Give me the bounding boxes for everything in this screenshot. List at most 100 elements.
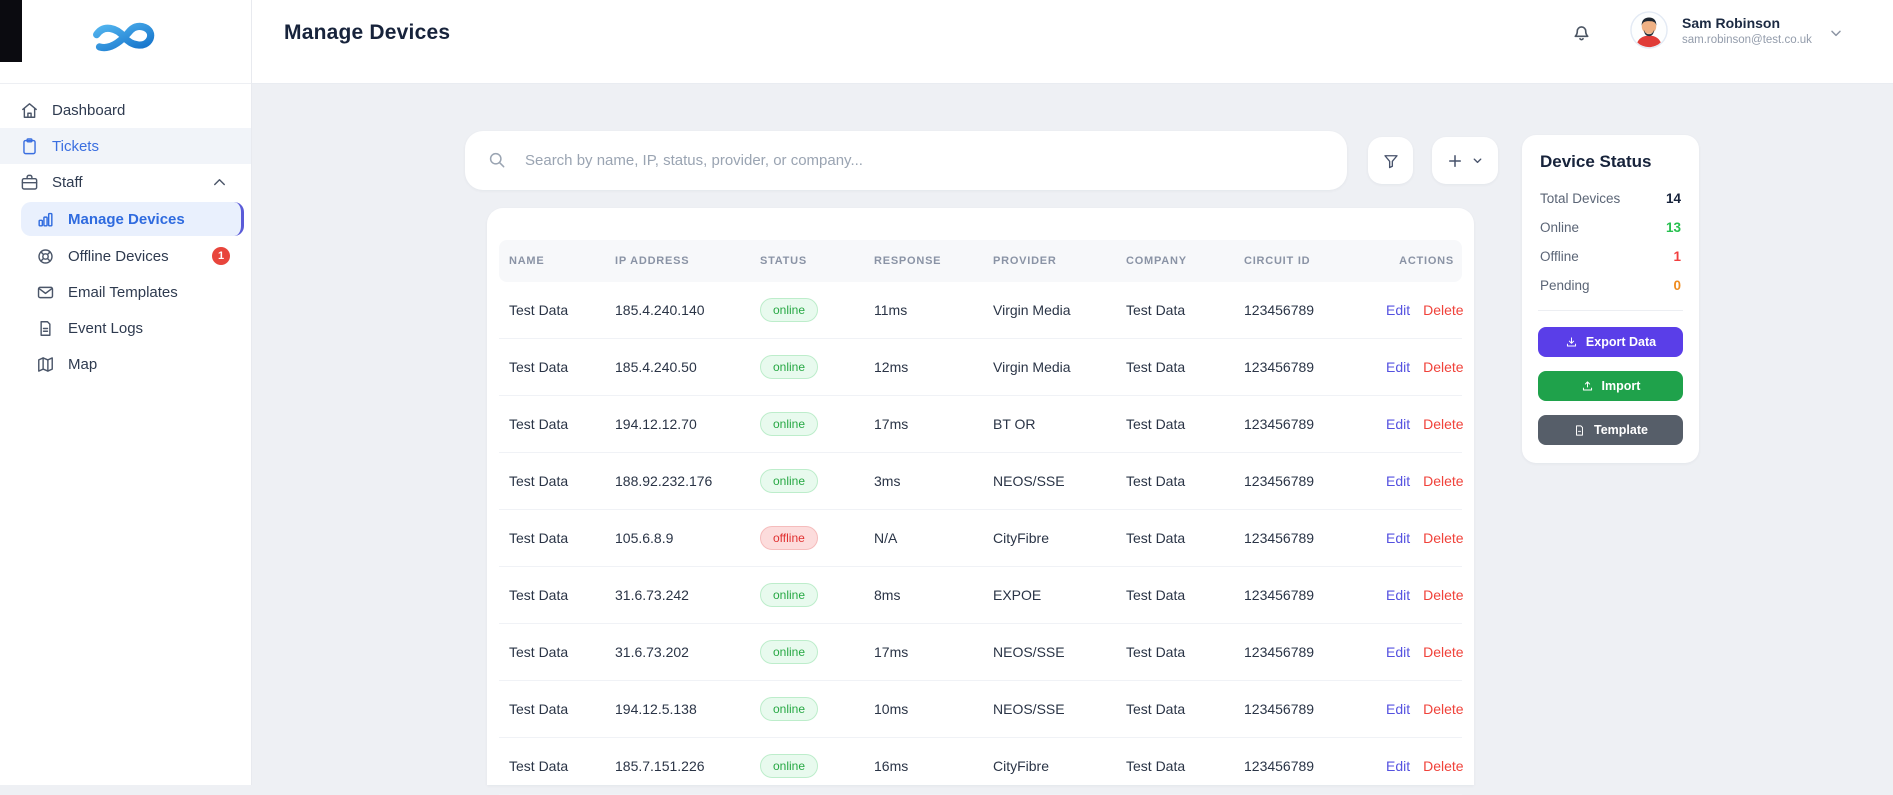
delete-link[interactable]: Delete [1423, 530, 1463, 546]
circuit-id: 123456789 [1244, 359, 1315, 375]
search-bar [465, 131, 1347, 190]
company: Test Data [1126, 359, 1186, 375]
user-avatar[interactable] [1630, 11, 1668, 49]
panel-buttons: Export Data Import Template [1538, 327, 1683, 445]
sidebar-item-tickets[interactable]: Tickets [0, 128, 251, 164]
edit-link[interactable]: Edit [1386, 530, 1410, 546]
stat-label: Offline [1540, 249, 1579, 264]
user-name: Sam Robinson [1682, 15, 1781, 31]
edit-link[interactable]: Edit [1386, 587, 1410, 603]
status-badge: online [760, 754, 819, 778]
edit-link[interactable]: Edit [1386, 644, 1410, 660]
delete-link[interactable]: Delete [1423, 701, 1463, 717]
company: Test Data [1126, 701, 1186, 717]
provider: CityFibre [993, 530, 1050, 546]
sidebar-item-dashboard[interactable]: Dashboard [0, 92, 251, 128]
sidebar-item-offline-devices[interactable]: Offline Devices 1 [0, 238, 251, 274]
actions-cell: Edit Delete [1386, 302, 1472, 318]
response-time: 12ms [874, 359, 909, 375]
add-device-button[interactable] [1432, 137, 1498, 184]
screen-corner-block [0, 0, 22, 62]
status-cell: online [760, 298, 874, 322]
table-row: Test Data 188.92.232.176 online 3ms NEOS/SSE… [499, 453, 1464, 510]
sidebar-item-map[interactable]: Map [0, 346, 251, 382]
edit-link[interactable]: Edit [1386, 302, 1410, 318]
device-name: Test Data [509, 587, 569, 603]
stat-label: Total Devices [1540, 191, 1621, 206]
edit-link[interactable]: Edit [1386, 359, 1410, 375]
stat-label: Pending [1540, 278, 1590, 293]
import-button[interactable]: Import [1538, 371, 1683, 401]
ip-address: 188.92.232.176 [615, 473, 713, 489]
sidebar-item-label: Manage Devices [68, 210, 185, 228]
search-input[interactable] [525, 131, 1325, 190]
company: Test Data [1126, 473, 1186, 489]
stat-value: 0 [1673, 278, 1681, 293]
delete-link[interactable]: Delete [1423, 644, 1463, 660]
delete-link[interactable]: Delete [1423, 473, 1463, 489]
circuit-id: 123456789 [1244, 530, 1315, 546]
ip-address: 185.4.240.140 [615, 302, 705, 318]
company: Test Data [1126, 416, 1186, 432]
filter-button[interactable] [1368, 137, 1413, 184]
sidebar-item-event-logs[interactable]: Event Logs [0, 310, 251, 346]
home-icon [20, 101, 39, 120]
company: Test Data [1126, 530, 1186, 546]
sidebar-item-label: Staff [52, 173, 83, 191]
company: Test Data [1126, 644, 1186, 660]
device-name: Test Data [509, 302, 569, 318]
status-badge: online [760, 697, 819, 721]
table-row: Test Data 31.6.73.242 online 8ms EXPOE Test D… [499, 567, 1464, 624]
notification-bell-icon[interactable] [1570, 20, 1593, 43]
table-row: Test Data 185.4.240.140 online 11ms Virgin M… [499, 282, 1464, 339]
button-label: Export Data [1585, 335, 1657, 349]
company: Test Data [1126, 587, 1186, 603]
edit-link[interactable]: Edit [1386, 416, 1410, 432]
table-body: Test Data 185.4.240.140 online 11ms Virgin M… [499, 282, 1464, 795]
edit-link[interactable]: Edit [1386, 758, 1410, 774]
export-data-button[interactable]: Export Data [1538, 327, 1683, 357]
delete-link[interactable]: Delete [1423, 416, 1463, 432]
response-time: 17ms [874, 416, 909, 432]
circuit-id: 123456789 [1244, 587, 1315, 603]
plus-icon [1446, 152, 1464, 170]
sidebar-item-label: Dashboard [52, 101, 126, 119]
sidebar-item-label: Map [68, 355, 98, 373]
status-badge: online [760, 469, 819, 493]
ip-address: 105.6.8.9 [615, 530, 674, 546]
response-time: N/A [874, 530, 898, 546]
response-time: 10ms [874, 701, 909, 717]
edit-link[interactable]: Edit [1386, 701, 1410, 717]
actions-cell: Edit Delete [1386, 758, 1472, 774]
edit-link[interactable]: Edit [1386, 473, 1410, 489]
actions-cell: Edit Delete [1386, 701, 1472, 717]
delete-link[interactable]: Delete [1423, 359, 1463, 375]
sidebar-item-manage-devices[interactable]: Manage Devices [21, 202, 244, 236]
device-name: Test Data [509, 701, 569, 717]
circuit-id: 123456789 [1244, 701, 1315, 717]
status-cell: online [760, 412, 874, 436]
sidebar-item-staff[interactable]: Staff [0, 164, 251, 200]
status-cell: online [760, 754, 874, 778]
column-header-provider: PROVIDER [993, 255, 1057, 267]
upload-icon [1581, 380, 1594, 393]
company: Test Data [1126, 302, 1186, 318]
panel-title: Device Status [1540, 152, 1652, 171]
status-cell: online [760, 583, 874, 607]
sidebar-item-email-templates[interactable]: Email Templates [0, 274, 251, 310]
provider: BT OR [993, 416, 1036, 432]
response-time: 11ms [874, 302, 908, 318]
ip-address: 185.7.151.226 [615, 758, 705, 774]
status-cell: online [760, 355, 874, 379]
ip-address: 31.6.73.242 [615, 587, 689, 603]
provider: NEOS/SSE [993, 701, 1065, 717]
delete-link[interactable]: Delete [1423, 587, 1463, 603]
delete-link[interactable]: Delete [1423, 302, 1463, 318]
status-badge: online [760, 640, 819, 664]
provider: NEOS/SSE [993, 473, 1065, 489]
delete-link[interactable]: Delete [1423, 758, 1463, 774]
circuit-id: 123456789 [1244, 644, 1315, 660]
template-button[interactable]: Template [1538, 415, 1683, 445]
user-menu-chevron-down-icon[interactable] [1828, 25, 1844, 41]
lifebuoy-icon [36, 247, 55, 266]
